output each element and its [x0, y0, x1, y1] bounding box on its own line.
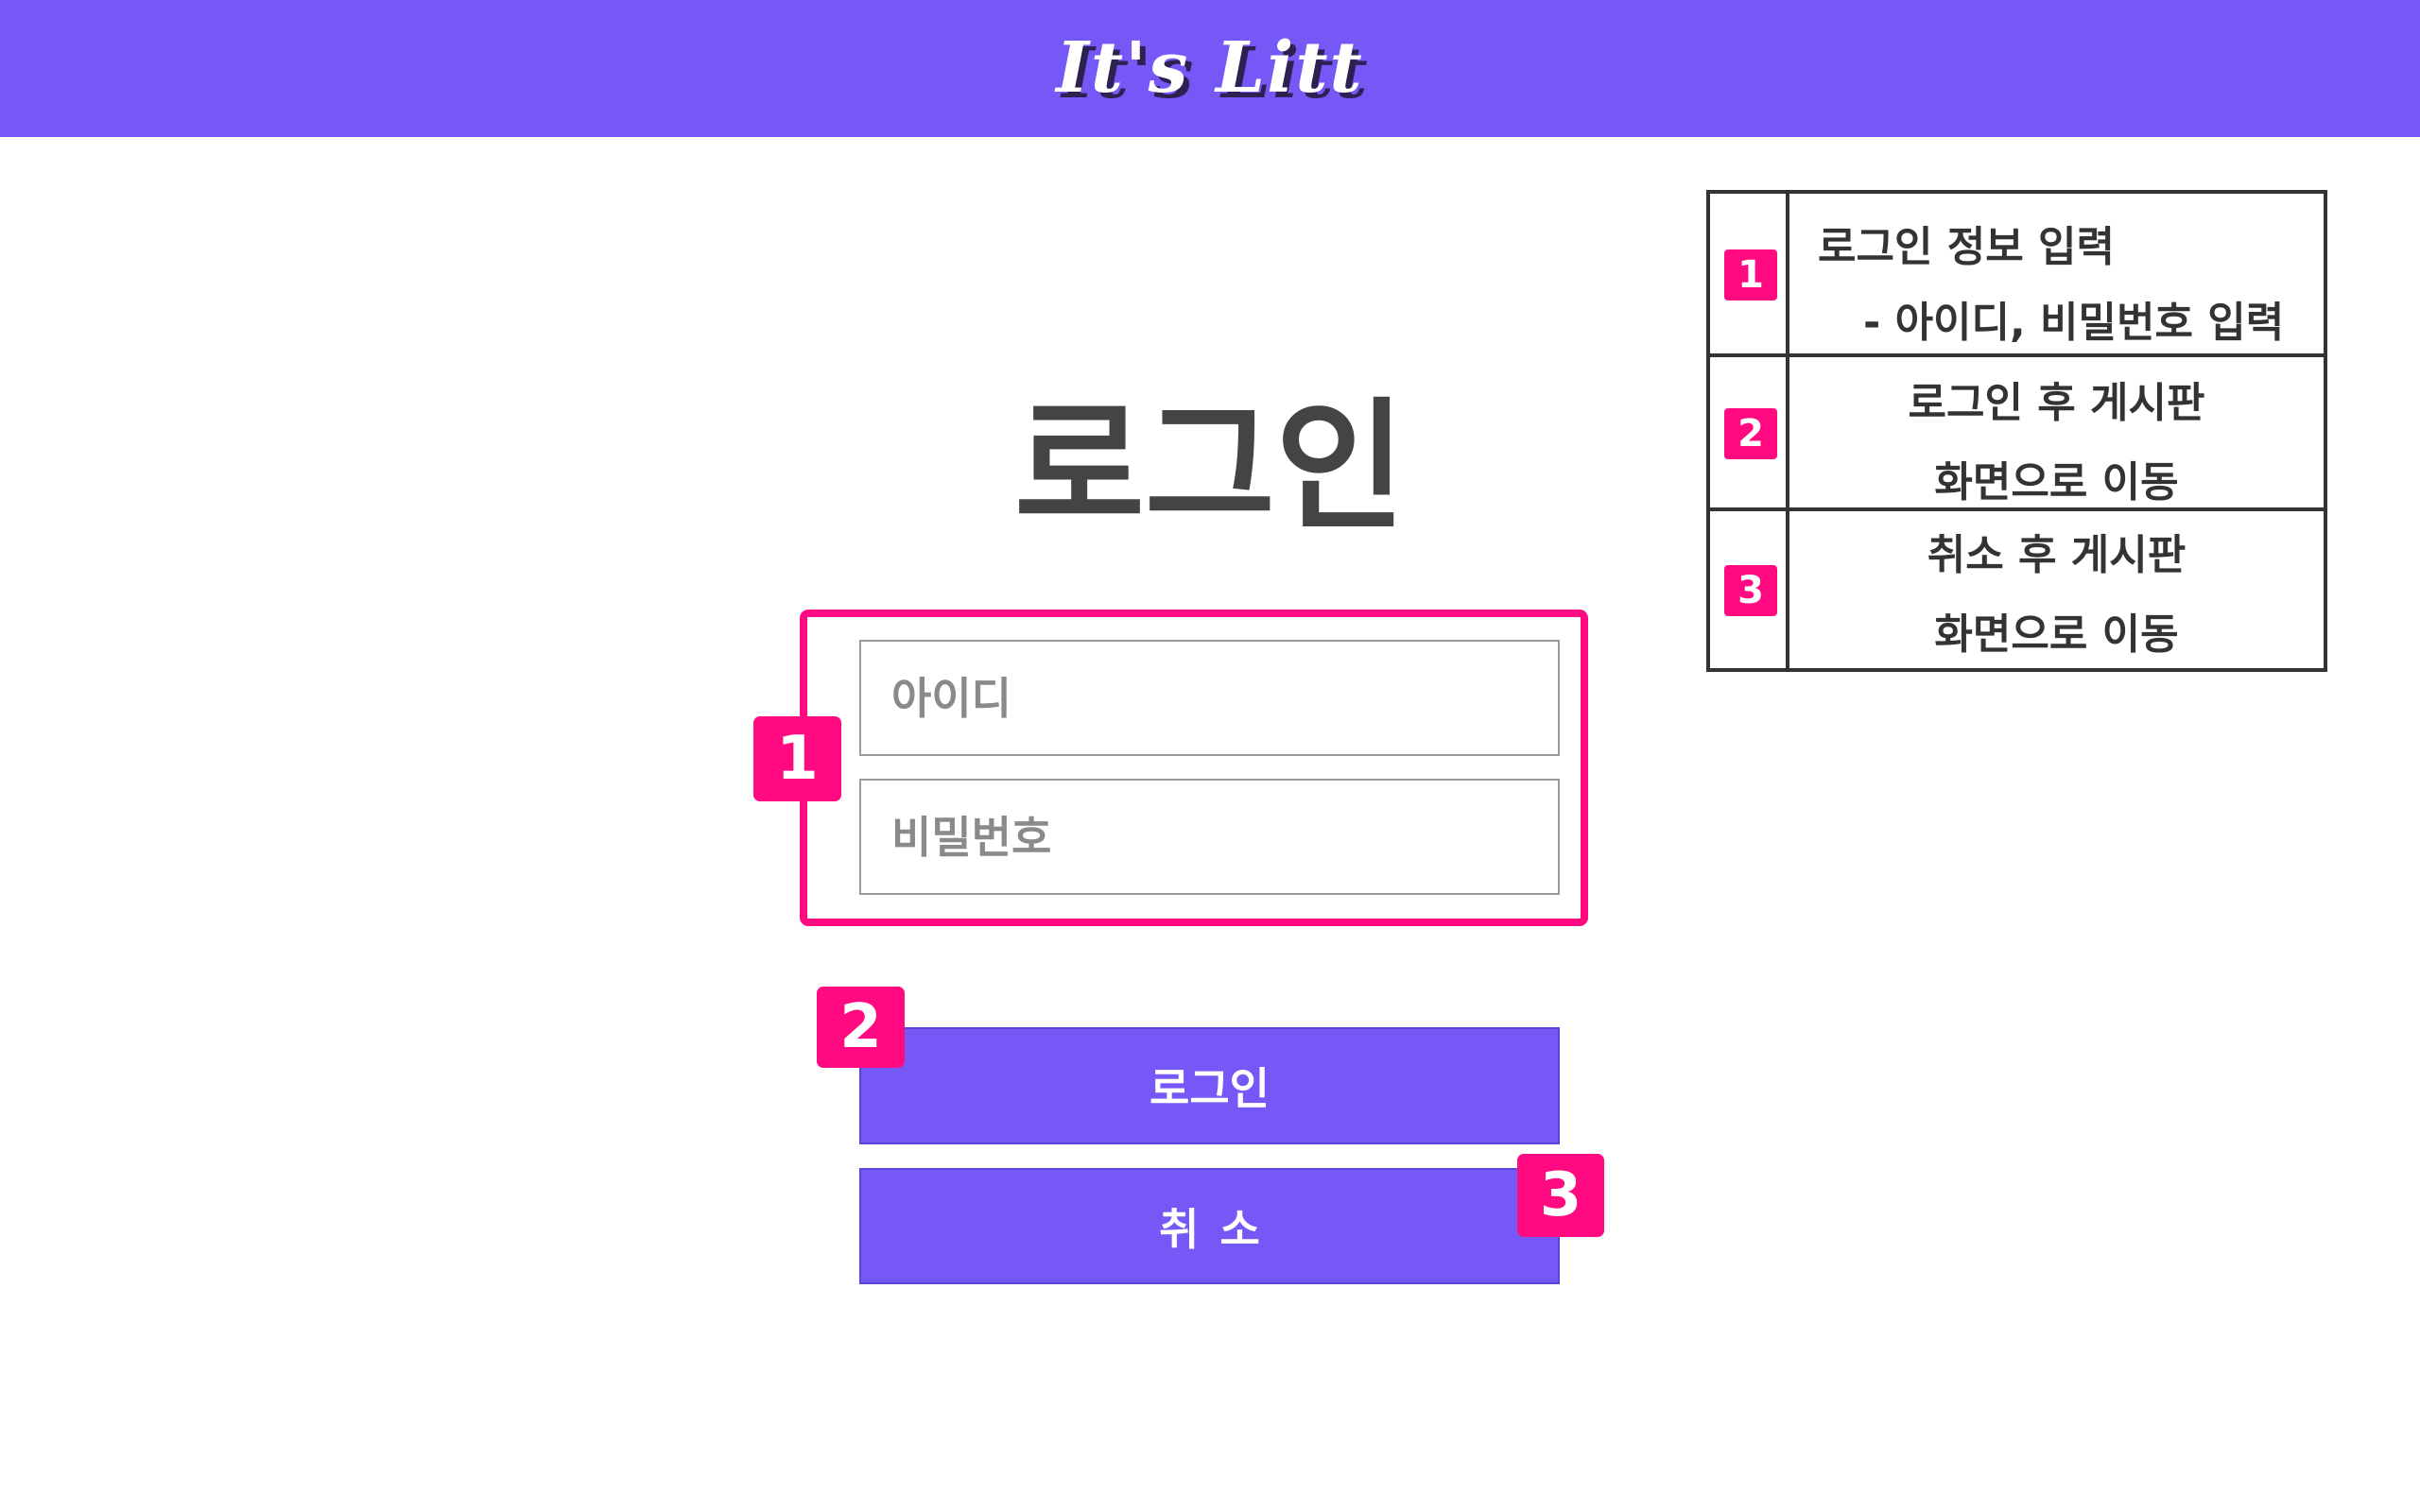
legend-description: 로그인 후 게시판: [1908, 379, 2205, 427]
legend-row: 3 취소 후 게시판 화면으로 이동: [1710, 511, 2324, 668]
legend-description-detail: 화면으로 이동: [1934, 458, 2179, 507]
annotation-marker-3: 3: [1517, 1154, 1604, 1237]
legend-row: 1 로그인 정보 입력 - 아이디, 비밀번호 입력: [1710, 194, 2324, 357]
legend-number-cell: 1: [1710, 194, 1789, 353]
legend-row: 2 로그인 후 게시판 화면으로 이동: [1710, 357, 2324, 511]
legend-description: 취소 후 게시판: [1927, 531, 2187, 579]
legend-description-detail: - 아이디, 비밀번호 입력: [1863, 299, 2285, 347]
legend-number-badge: 3: [1724, 565, 1777, 616]
legend-number-cell: 2: [1710, 357, 1789, 507]
cancel-button[interactable]: 취소: [859, 1168, 1560, 1284]
login-button[interactable]: 로그인: [859, 1027, 1560, 1144]
page-title: 로그인: [1013, 386, 1406, 550]
annotation-marker-1: 1: [753, 716, 841, 801]
id-input[interactable]: [859, 640, 1560, 756]
brand-logo[interactable]: It's Litt: [0, 0, 2420, 137]
legend-number-cell: 3: [1710, 511, 1789, 668]
annotation-marker-2: 2: [817, 987, 905, 1068]
password-input[interactable]: [859, 779, 1560, 895]
legend-number-badge: 1: [1724, 249, 1777, 301]
legend-number-badge: 2: [1724, 408, 1777, 459]
app-header: It's Litt: [0, 0, 2420, 137]
legend-description: 로그인 정보 입력: [1818, 223, 2115, 271]
annotation-legend-table: 1 로그인 정보 입력 - 아이디, 비밀번호 입력 2 로그인 후 게시판 화…: [1706, 190, 2327, 672]
legend-description-detail: 화면으로 이동: [1934, 610, 2179, 659]
